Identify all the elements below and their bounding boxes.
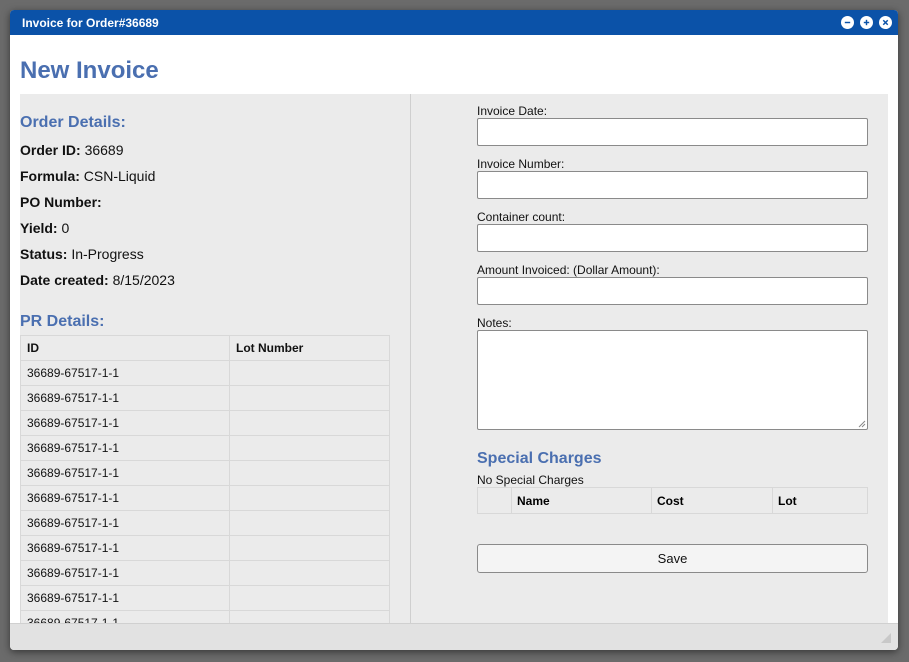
table-row[interactable]: 36689-67517-1-1 — [20, 610, 390, 623]
pr-row-id: 36689-67517-1-1 — [20, 560, 230, 586]
pr-row-lot — [229, 385, 390, 411]
table-row[interactable]: 36689-67517-1-1 — [20, 485, 390, 511]
invoice-date-label: Invoice Date: — [477, 104, 548, 118]
special-charges-heading: Special Charges — [477, 450, 602, 467]
table-row[interactable]: 36689-67517-1-1 — [20, 585, 390, 611]
pr-column-id[interactable]: ID — [20, 335, 230, 361]
container-count-label: Container count: — [477, 210, 566, 224]
textarea-resize-icon[interactable] — [858, 420, 866, 428]
amount-invoiced-field[interactable] — [477, 277, 868, 305]
pr-details-table: ID Lot Number 36689-67517-1-1 36689-6751… — [20, 335, 390, 623]
window-statusbar — [10, 623, 898, 650]
table-row[interactable]: 36689-67517-1-1 — [20, 435, 390, 461]
invoice-date-field[interactable] — [477, 118, 868, 146]
window-titlebar[interactable]: Invoice for Order#36689 — [10, 10, 898, 35]
special-charges-column-name[interactable]: Name — [511, 487, 652, 514]
table-row[interactable]: 36689-67517-1-1 — [20, 460, 390, 486]
pr-row-lot — [229, 360, 390, 386]
yield-line: Yield: 0 — [20, 220, 69, 236]
date-created-value: 8/15/2023 — [112, 272, 175, 288]
pr-row-id: 36689-67517-1-1 — [20, 410, 230, 436]
invoice-window: Invoice for Order#36689 New Invoice Orde… — [10, 10, 898, 650]
table-row[interactable]: 36689-67517-1-1 — [20, 560, 390, 586]
table-row[interactable]: 36689-67517-1-1 — [20, 410, 390, 436]
pr-row-id: 36689-67517-1-1 — [20, 510, 230, 536]
notes-label: Notes: — [477, 316, 512, 330]
invoice-number-field[interactable] — [477, 171, 868, 199]
pr-row-lot — [229, 585, 390, 611]
pr-details-heading: PR Details: — [20, 313, 105, 330]
table-row[interactable]: 36689-67517-1-1 — [20, 510, 390, 536]
window-controls — [841, 16, 898, 29]
special-charges-column-lot[interactable]: Lot — [772, 487, 868, 514]
po-number-line: PO Number: — [20, 194, 102, 210]
pr-row-lot — [229, 535, 390, 561]
pr-row-lot — [229, 560, 390, 586]
notes-textarea[interactable] — [477, 330, 868, 430]
yield-label: Yield: — [20, 220, 58, 236]
window-title: Invoice for Order#36689 — [22, 15, 159, 30]
pr-row-id: 36689-67517-1-1 — [20, 585, 230, 611]
pr-row-id: 36689-67517-1-1 — [20, 485, 230, 511]
save-button[interactable]: Save — [477, 544, 868, 573]
order-id-line: Order ID: 36689 — [20, 142, 124, 158]
pr-row-id: 36689-67517-1-1 — [20, 360, 230, 386]
invoice-number-label: Invoice Number: — [477, 157, 565, 171]
yield-value: 0 — [61, 220, 70, 236]
pr-row-id: 36689-67517-1-1 — [20, 610, 230, 623]
resize-grip-icon[interactable] — [881, 633, 892, 644]
minimize-icon[interactable] — [841, 16, 854, 29]
order-id-value: 36689 — [84, 142, 124, 158]
formula-value: CSN-Liquid — [83, 168, 156, 184]
special-charges-header-row: Name Cost Lot — [477, 487, 868, 514]
special-charges-table: Name Cost Lot — [477, 487, 868, 514]
pr-row-lot — [229, 510, 390, 536]
no-special-charges-text: No Special Charges — [477, 473, 584, 487]
status-label: Status: — [20, 246, 68, 262]
invoice-panel: Order Details: Order ID: 36689 Formula: … — [20, 94, 888, 623]
date-created-line: Date created: 8/15/2023 — [20, 272, 175, 288]
special-charges-column-cost[interactable]: Cost — [651, 487, 773, 514]
table-row[interactable]: 36689-67517-1-1 — [20, 360, 390, 386]
formula-line: Formula: CSN-Liquid — [20, 168, 155, 184]
status-line: Status: In-Progress — [20, 246, 144, 262]
pr-row-lot — [229, 460, 390, 486]
pr-row-id: 36689-67517-1-1 — [20, 435, 230, 461]
order-details-heading: Order Details: — [20, 114, 126, 131]
container-count-field[interactable] — [477, 224, 868, 252]
table-row[interactable]: 36689-67517-1-1 — [20, 535, 390, 561]
pr-row-id: 36689-67517-1-1 — [20, 535, 230, 561]
pr-column-lot-number[interactable]: Lot Number — [229, 335, 390, 361]
column-divider — [410, 94, 411, 623]
po-number-label: PO Number: — [20, 194, 102, 210]
pr-row-lot — [229, 410, 390, 436]
formula-label: Formula: — [20, 168, 80, 184]
window-content: New Invoice Order Details: Order ID: 366… — [10, 35, 898, 623]
page-title: New Invoice — [20, 57, 159, 84]
order-id-label: Order ID: — [20, 142, 81, 158]
date-created-label: Date created: — [20, 272, 109, 288]
pr-row-lot — [229, 485, 390, 511]
table-row[interactable]: 36689-67517-1-1 — [20, 385, 390, 411]
pr-table-header-row: ID Lot Number — [20, 335, 390, 361]
close-icon[interactable] — [879, 16, 892, 29]
special-charges-column-select — [477, 487, 512, 514]
pr-row-lot — [229, 610, 390, 623]
pr-row-lot — [229, 435, 390, 461]
pr-row-id: 36689-67517-1-1 — [20, 460, 230, 486]
status-value: In-Progress — [71, 246, 144, 262]
maximize-icon[interactable] — [860, 16, 873, 29]
pr-row-id: 36689-67517-1-1 — [20, 385, 230, 411]
amount-invoiced-label: Amount Invoiced: (Dollar Amount): — [477, 263, 660, 277]
